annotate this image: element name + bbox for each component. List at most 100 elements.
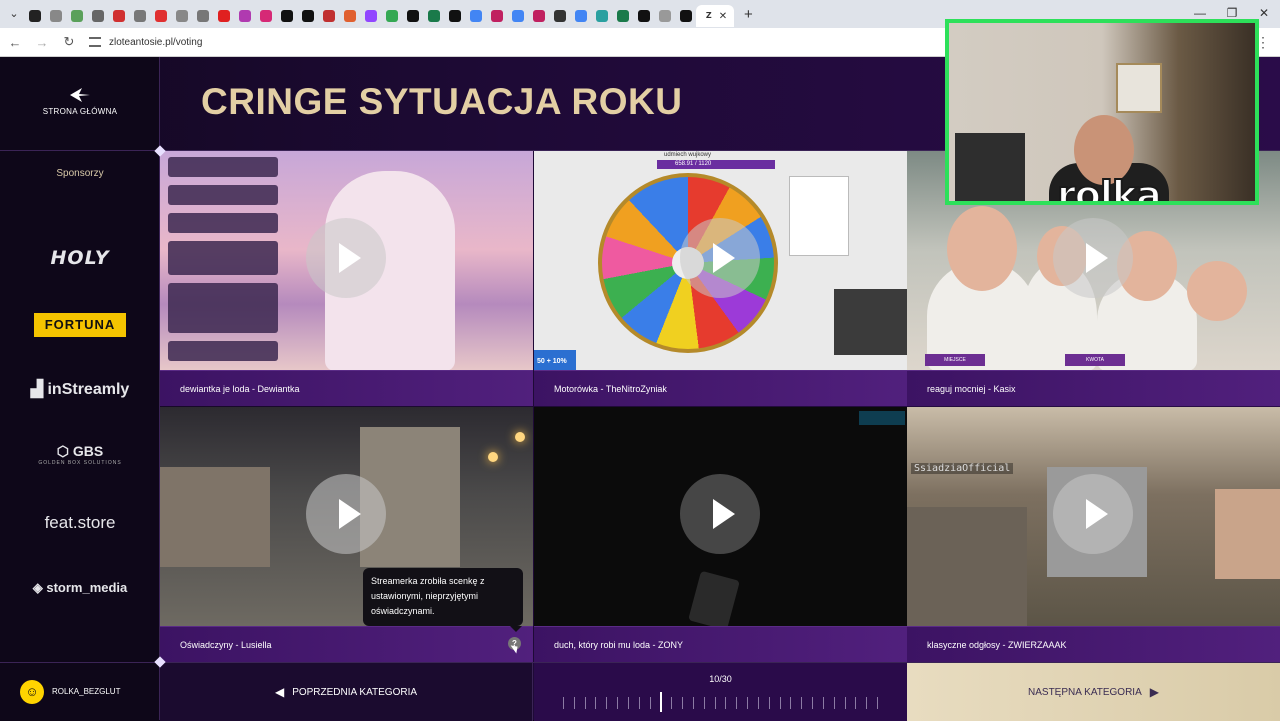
progress-tick[interactable] bbox=[573, 697, 575, 709]
progress-tick[interactable] bbox=[563, 697, 564, 709]
progress-tick[interactable] bbox=[595, 697, 597, 709]
sponsor-fortuna[interactable]: FORTUNA bbox=[0, 313, 160, 337]
video-thumbnail[interactable] bbox=[534, 407, 907, 626]
new-tab-icon[interactable]: + bbox=[744, 6, 753, 23]
progress-tick[interactable] bbox=[757, 697, 759, 709]
progress-tick[interactable] bbox=[725, 697, 727, 709]
play-icon[interactable] bbox=[1053, 474, 1133, 554]
progress-tick[interactable] bbox=[617, 697, 619, 709]
sponsor-instreamly[interactable]: ▟ inStreamly bbox=[0, 379, 160, 399]
home-link[interactable]: STRONA GŁÓWNA bbox=[0, 57, 160, 151]
browser-tab[interactable] bbox=[507, 5, 528, 27]
user-profile[interactable]: ☺ ROLKA_BEZGLUT bbox=[0, 662, 160, 720]
url-field[interactable]: zloteantosie.pl/voting bbox=[89, 37, 202, 48]
play-icon[interactable] bbox=[680, 218, 760, 298]
chat-overlay bbox=[168, 157, 278, 361]
browser-tab[interactable] bbox=[234, 5, 255, 27]
browser-tab[interactable] bbox=[87, 5, 108, 27]
browser-tab[interactable] bbox=[633, 5, 654, 27]
progress-tick[interactable] bbox=[692, 697, 694, 709]
progress-tick[interactable] bbox=[649, 697, 651, 709]
forward-icon[interactable]: → bbox=[30, 35, 54, 50]
browser-tab[interactable] bbox=[549, 5, 570, 27]
browser-tab[interactable] bbox=[675, 5, 696, 27]
progress-tick[interactable] bbox=[866, 697, 868, 709]
progress-tick[interactable] bbox=[627, 697, 629, 709]
browser-tab[interactable] bbox=[108, 5, 129, 27]
close-tab-icon[interactable]: ✕ bbox=[719, 11, 727, 22]
caption-tooltip: Streamerka zrobiła scenkę z ustawionymi,… bbox=[363, 568, 523, 632]
browser-tab[interactable] bbox=[486, 5, 507, 27]
sponsor-holy[interactable]: HOLY bbox=[0, 247, 160, 269]
progress-tick[interactable] bbox=[584, 697, 586, 709]
video-thumbnail[interactable]: SsiadziaOfficial bbox=[907, 407, 1280, 626]
browser-tab[interactable] bbox=[213, 5, 234, 27]
progress-tick[interactable] bbox=[736, 697, 738, 709]
gbs-icon: ⬡ bbox=[56, 443, 73, 459]
browser-tab[interactable] bbox=[339, 5, 360, 27]
play-icon[interactable] bbox=[306, 218, 386, 298]
browser-tab[interactable] bbox=[24, 5, 45, 27]
site-settings-icon[interactable] bbox=[89, 37, 101, 47]
browser-tab[interactable] bbox=[45, 5, 66, 27]
nominee-card[interactable]: udmiech wujkowy 658.91 / 1120 50 + 10% M… bbox=[534, 151, 907, 406]
video-thumbnail[interactable]: udmiech wujkowy 658.91 / 1120 50 + 10% bbox=[534, 151, 907, 370]
browser-tab[interactable] bbox=[150, 5, 171, 27]
browser-tab[interactable] bbox=[423, 5, 444, 27]
browser-tab[interactable] bbox=[192, 5, 213, 27]
tab-search-chevron-icon[interactable]: ⌄ bbox=[4, 4, 24, 24]
browser-tab[interactable] bbox=[129, 5, 150, 27]
progress-tick[interactable] bbox=[812, 697, 814, 709]
nominee-card[interactable]: duch, który robi mu loda - ZONY bbox=[534, 407, 907, 662]
progress-tick[interactable] bbox=[822, 697, 824, 709]
browser-tab[interactable] bbox=[66, 5, 87, 27]
browser-tab[interactable] bbox=[276, 5, 297, 27]
browser-tab[interactable] bbox=[654, 5, 675, 27]
browser-tab[interactable] bbox=[465, 5, 486, 27]
progress-tick[interactable] bbox=[682, 697, 684, 709]
browser-tab[interactable] bbox=[444, 5, 465, 27]
nominee-card[interactable]: dewiantka je loda - Dewiantka bbox=[160, 151, 533, 406]
progress-tick[interactable] bbox=[638, 697, 640, 709]
progress-tick[interactable] bbox=[703, 697, 705, 709]
nominee-card[interactable]: SsiadziaOfficial klasyczne odgłosy - ZWI… bbox=[907, 407, 1280, 662]
home-label: STRONA GŁÓWNA bbox=[42, 107, 118, 116]
browser-tab[interactable] bbox=[318, 5, 339, 27]
progress-tick[interactable] bbox=[844, 697, 846, 709]
progress-tick[interactable] bbox=[877, 697, 878, 709]
progress-tick[interactable] bbox=[747, 697, 749, 709]
browser-tab[interactable] bbox=[381, 5, 402, 27]
progress-tick[interactable] bbox=[779, 697, 781, 709]
progress-tick[interactable] bbox=[855, 697, 857, 709]
next-category-button[interactable]: NASTĘPNA KATEGORIA ▶ bbox=[907, 663, 1280, 721]
video-thumbnail[interactable] bbox=[160, 151, 533, 370]
browser-tab[interactable] bbox=[528, 5, 549, 27]
progress-tick[interactable] bbox=[606, 697, 608, 709]
browser-tab[interactable] bbox=[297, 5, 318, 27]
browser-tab[interactable] bbox=[570, 5, 591, 27]
sponsor-gbs[interactable]: ⬡ GBS GOLDEN BOX SOLUTIONS bbox=[0, 443, 160, 466]
progress-tick-current[interactable] bbox=[660, 692, 663, 712]
sponsor-featstore[interactable]: feat.store bbox=[0, 513, 160, 533]
progress-tick[interactable] bbox=[790, 697, 792, 709]
progress-tick[interactable] bbox=[671, 697, 673, 709]
browser-tab[interactable] bbox=[402, 5, 423, 27]
progress-tick[interactable] bbox=[768, 697, 770, 709]
progress-tick[interactable] bbox=[714, 697, 716, 709]
browser-tab[interactable] bbox=[360, 5, 381, 27]
browser-tab[interactable] bbox=[255, 5, 276, 27]
back-icon[interactable]: ← bbox=[3, 35, 27, 50]
browser-tab[interactable] bbox=[171, 5, 192, 27]
browser-tab[interactable] bbox=[612, 5, 633, 27]
progress-ticks[interactable] bbox=[563, 692, 879, 712]
sponsor-stormmedia[interactable]: ◈ storm_media bbox=[0, 580, 160, 596]
active-tab[interactable]: Z ✕ bbox=[696, 5, 734, 27]
progress-tick[interactable] bbox=[801, 697, 803, 709]
play-icon[interactable] bbox=[680, 474, 760, 554]
play-icon[interactable] bbox=[306, 474, 386, 554]
reload-icon[interactable]: ↻ bbox=[57, 34, 81, 50]
browser-tab[interactable] bbox=[591, 5, 612, 27]
progress-tick[interactable] bbox=[833, 697, 835, 709]
play-icon[interactable] bbox=[1053, 218, 1133, 298]
previous-category-button[interactable]: ◀ POPRZEDNIA KATEGORIA bbox=[160, 663, 533, 721]
